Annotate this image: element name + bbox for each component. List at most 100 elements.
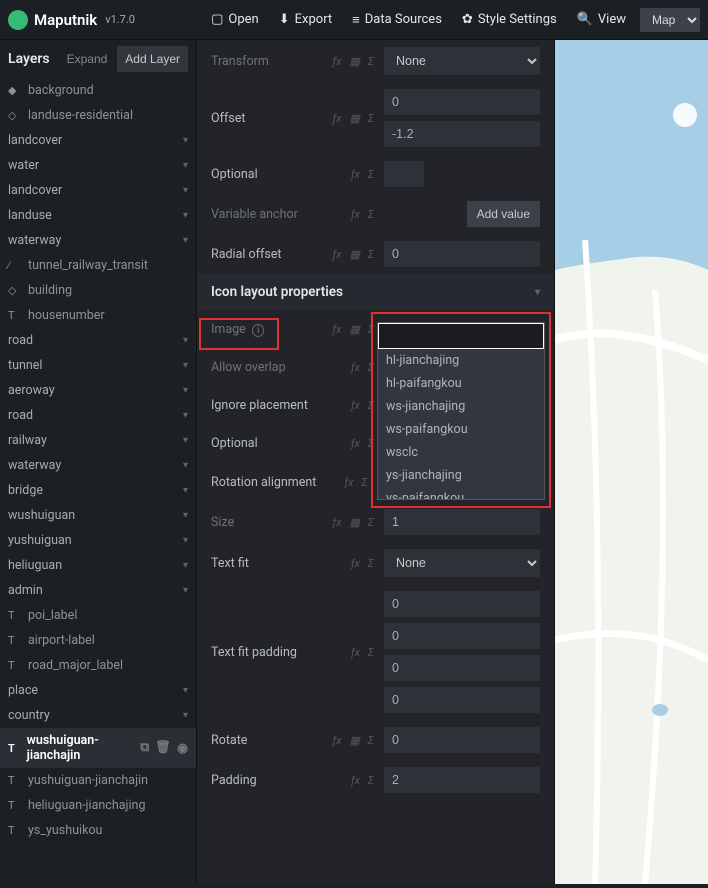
layer-item[interactable]: Tys_yushuikou [0, 818, 196, 843]
fx-icon[interactable]: ƒx [351, 437, 360, 450]
layer-item[interactable]: ◇building [0, 278, 196, 303]
layer-group[interactable]: country▾ [0, 703, 196, 728]
expand-button[interactable]: Expand [61, 46, 114, 72]
fx-icon[interactable]: ƒx [333, 112, 342, 125]
data-icon[interactable]: ▦ [349, 323, 359, 336]
tfp-4-input[interactable] [384, 687, 540, 713]
fx-icon[interactable]: ƒx [333, 516, 342, 529]
layer-group[interactable]: landcover▾ [0, 128, 196, 153]
fx-icon[interactable]: ƒx [351, 399, 360, 412]
dropdown-option[interactable]: ws-paifangkou [378, 418, 544, 441]
sigma-icon[interactable]: Σ [361, 476, 367, 489]
layer-item[interactable]: Theliuguan-jianchajing [0, 793, 196, 818]
layer-group[interactable]: tunnel▾ [0, 353, 196, 378]
image-search-input[interactable] [378, 323, 544, 349]
text-fit-select[interactable]: None [384, 549, 540, 577]
layer-group[interactable]: bridge▾ [0, 478, 196, 503]
tfp-3-input[interactable] [384, 655, 540, 681]
dropdown-option[interactable]: ys-paifangkou [378, 487, 544, 499]
sigma-icon[interactable]: Σ [368, 208, 374, 221]
fx-icon[interactable]: ƒx [351, 208, 360, 221]
dropdown-option[interactable]: ws-jianchajing [378, 395, 544, 418]
fx-icon[interactable]: ƒx [344, 476, 353, 489]
layer-group[interactable]: heliuguan▾ [0, 553, 196, 578]
data-icon[interactable]: ▦ [349, 112, 359, 125]
info-icon[interactable]: i [252, 324, 264, 337]
fx-icon[interactable]: ƒx [351, 557, 360, 570]
copy-icon[interactable]: ⧉ [140, 740, 149, 756]
layer-item[interactable]: Troad_major_label [0, 653, 196, 678]
layer-item[interactable]: Thousenumber [0, 303, 196, 328]
tfp-1-input[interactable] [384, 591, 540, 617]
visibility-icon[interactable]: ◉ [177, 740, 188, 756]
data-icon[interactable]: ▦ [349, 734, 359, 747]
fx-icon[interactable]: ƒx [351, 361, 360, 374]
view-button[interactable]: 🔍View [567, 4, 636, 35]
data-icon[interactable]: ▦ [349, 55, 359, 68]
layer-group[interactable]: waterway▾ [0, 228, 196, 253]
radial-offset-input[interactable] [384, 241, 540, 267]
dropdown-option[interactable]: hl-jianchajing [378, 349, 544, 372]
layer-group[interactable]: place▾ [0, 678, 196, 703]
data-sources-button[interactable]: ≡Data Sources [342, 4, 452, 36]
export-button[interactable]: ⬇Export [269, 4, 342, 35]
sigma-icon[interactable]: Σ [368, 437, 374, 450]
layer-item[interactable]: Tyushuiguan-jianchajin [0, 768, 196, 793]
dropdown-option[interactable]: hl-paifangkou [378, 372, 544, 395]
sigma-icon[interactable]: Σ [368, 112, 374, 125]
style-settings-button[interactable]: ✿Style Settings [452, 4, 567, 35]
data-icon[interactable]: ▦ [349, 248, 359, 261]
add-value-button[interactable]: Add value [467, 201, 540, 227]
layer-group[interactable]: waterway▾ [0, 453, 196, 478]
sigma-icon[interactable]: Σ [368, 361, 374, 374]
optional-input[interactable] [384, 161, 424, 187]
fx-icon[interactable]: ƒx [351, 646, 360, 659]
layer-group[interactable]: admin▾ [0, 578, 196, 603]
layer-group[interactable]: landuse▾ [0, 203, 196, 228]
layer-group[interactable]: aeroway▾ [0, 378, 196, 403]
layer-item[interactable]: Tairport-label [0, 628, 196, 653]
dropdown-option[interactable]: ys-jianchajing [378, 464, 544, 487]
layer-group[interactable]: road▾ [0, 328, 196, 353]
sigma-icon[interactable]: Σ [368, 399, 374, 412]
map-preview[interactable] [555, 40, 708, 884]
fx-icon[interactable]: ƒx [351, 168, 360, 181]
fx-icon[interactable]: ƒx [333, 55, 342, 68]
fx-icon[interactable]: ƒx [333, 323, 342, 336]
sigma-icon[interactable]: Σ [368, 516, 374, 529]
layer-item[interactable]: ∕tunnel_railway_transit [0, 253, 196, 278]
layer-group[interactable]: yushuiguan▾ [0, 528, 196, 553]
offset-x-input[interactable] [384, 89, 540, 115]
layer-group[interactable]: water▾ [0, 153, 196, 178]
dropdown-option[interactable]: wsclc [378, 441, 544, 464]
layer-group[interactable]: road▾ [0, 403, 196, 428]
offset-y-input[interactable] [384, 121, 540, 147]
sigma-icon[interactable]: Σ [368, 557, 374, 570]
sigma-icon[interactable]: Σ [368, 774, 374, 787]
icon-layout-section[interactable]: Icon layout properties ▾ [197, 274, 554, 310]
sigma-icon[interactable]: Σ [368, 646, 374, 659]
open-button[interactable]: ▢Open [201, 4, 269, 35]
sigma-icon[interactable]: Σ [368, 248, 374, 261]
sigma-icon[interactable]: Σ [368, 734, 374, 747]
fx-icon[interactable]: ƒx [351, 774, 360, 787]
layer-item[interactable]: ◇landuse-residential [0, 103, 196, 128]
fx-icon[interactable]: ƒx [333, 734, 342, 747]
view-mode-select[interactable]: Map [640, 8, 700, 32]
add-layer-button[interactable]: Add Layer [117, 46, 188, 72]
size-input[interactable] [384, 509, 540, 535]
fx-icon[interactable]: ƒx [333, 248, 342, 261]
layer-group[interactable]: landcover▾ [0, 178, 196, 203]
sigma-icon[interactable]: Σ [368, 168, 374, 181]
layer-item[interactable]: ◆background [0, 78, 196, 103]
transform-select[interactable]: None [384, 47, 540, 75]
tfp-2-input[interactable] [384, 623, 540, 649]
layer-item[interactable]: Twushuiguan-jianchajin⧉🗑◉ [0, 728, 196, 768]
layer-group[interactable]: railway▾ [0, 428, 196, 453]
layer-item[interactable]: Tpoi_label [0, 603, 196, 628]
layer-group[interactable]: wushuiguan▾ [0, 503, 196, 528]
rotate-input[interactable] [384, 727, 540, 753]
data-icon[interactable]: ▦ [349, 516, 359, 529]
sigma-icon[interactable]: Σ [368, 55, 374, 68]
delete-icon[interactable]: 🗑 [155, 740, 171, 756]
